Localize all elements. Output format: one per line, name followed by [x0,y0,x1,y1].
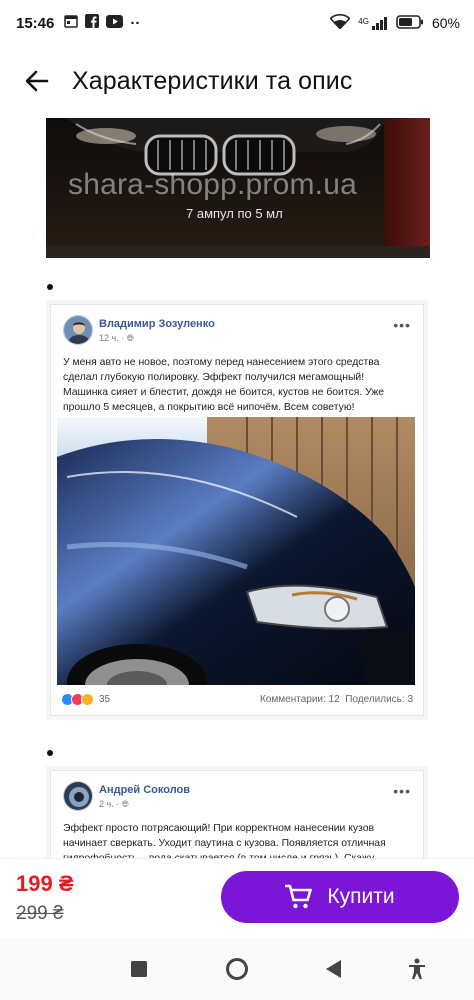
globe-icon: 🌐︎ [126,333,134,343]
cart-icon [285,884,313,909]
avatar [63,781,93,811]
accessibility-icon [409,958,425,979]
review-footer: 35 Комментарии: 12 Поделились: 3 [51,687,423,713]
home-button[interactable] [224,956,250,982]
old-price: 299 ₴ [16,903,64,924]
buy-button-label: Купити [327,885,395,908]
app-header: Характеристики та опис [0,46,474,116]
review-text: Эффект просто потрясающий! При корректно… [63,823,386,858]
haha-reaction-icon [81,693,94,706]
buy-bar: 199 ₴ 299 ₴ Купити [0,858,474,938]
facebook-notification-icon [85,14,100,32]
signal-icon: 4G [358,16,388,30]
list-bullet [47,284,53,290]
more-options-icon[interactable]: ••• [393,783,411,799]
status-time: 15:46 [16,14,55,32]
product-caption: 7 ампул по 5 мл [186,206,283,221]
review-time: 2 ч. · 🌐︎ [99,799,129,809]
review-text: У меня авто не новое, поэтому перед нане… [63,357,385,413]
list-bullet [47,750,53,756]
review-time-text: 12 ч. [99,333,119,343]
review-card: Андрей Соколов 2 ч. · 🌐︎ ••• Эффект прос… [50,770,424,858]
arrow-left-icon [25,70,49,92]
description-content[interactable]: shara-shopp.prom.ua 7 ампул по 5 мл Влад… [0,118,474,858]
more-notifications-icon: ·· [130,14,141,32]
watermark-text: shara-shopp.prom.ua [68,168,357,201]
avatar [63,315,93,345]
accessibility-button[interactable] [404,956,430,982]
battery-icon [396,14,424,32]
review-stats[interactable]: Комментарии: 12 Поделились: 3 [260,694,413,705]
page-title: Характеристики та опис [72,66,353,95]
reactions[interactable]: 35 [61,693,110,706]
square-icon [131,961,147,977]
system-nav-bar [0,938,474,1000]
review-card: Владимир Зозуленко 12 ч. · 🌐︎ ••• У меня… [50,304,424,716]
review-time-text: 2 ч. [99,799,114,809]
triangle-back-icon [326,960,341,978]
back-button[interactable] [20,64,54,98]
review-author[interactable]: Владимир Зозуленко [99,318,215,330]
more-options-icon[interactable]: ••• [393,317,411,333]
review-header: Андрей Соколов 2 ч. · 🌐︎ ••• [51,771,423,817]
buy-button[interactable]: Купити [221,871,459,923]
back-nav-button[interactable] [320,956,346,982]
globe-icon: 🌐︎ [121,799,129,809]
current-price: 199 ₴ [16,871,74,896]
battery-percent: 60% [431,15,460,31]
review-author[interactable]: Андрей Соколов [99,784,190,796]
wifi-icon [329,13,351,32]
box-side [384,118,430,258]
circle-icon [226,958,248,980]
youtube-icon [106,14,124,32]
network-type: 4G [358,16,369,26]
box-bottom [46,246,430,258]
review-time: 12 ч. · 🌐︎ [99,333,134,343]
calendar-icon [64,14,79,32]
reaction-count: 35 [99,694,111,705]
status-bar: 15:46 ·· 4G 60% [0,0,474,46]
recent-apps-button[interactable] [126,956,152,982]
review-car-photo [57,417,415,685]
product-box-image: shara-shopp.prom.ua 7 ампул по 5 мл [46,118,430,258]
review-header: Владимир Зозуленко 12 ч. · 🌐︎ ••• [51,305,423,351]
